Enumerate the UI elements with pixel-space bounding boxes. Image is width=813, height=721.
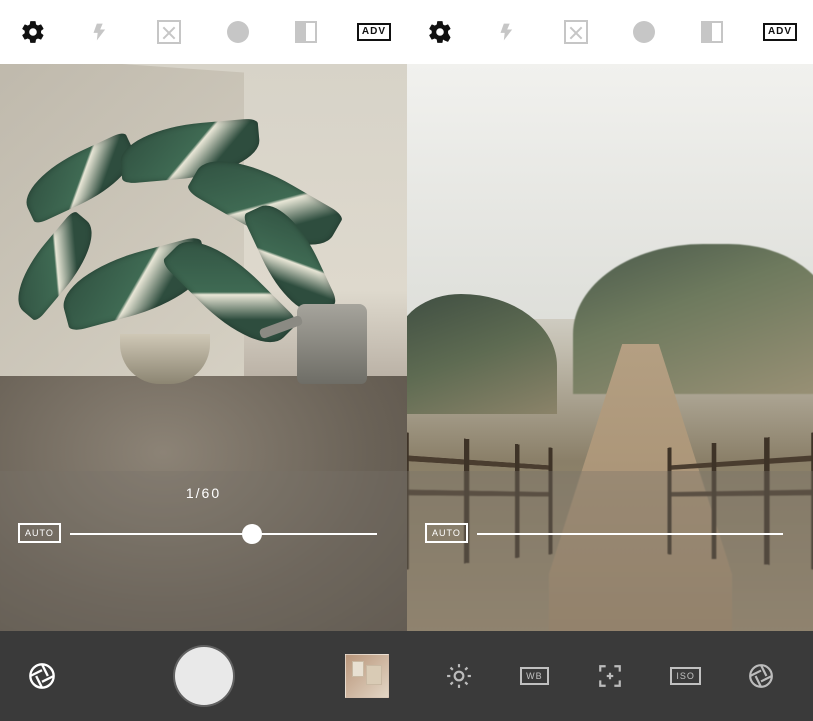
focus-icon	[597, 663, 623, 689]
dot-icon	[633, 21, 655, 43]
focus-button[interactable]	[590, 656, 630, 696]
exposure-slider[interactable]	[477, 533, 783, 535]
aperture-icon	[28, 662, 56, 690]
adv-badge: ADV	[357, 23, 391, 41]
top-toolbar: ADV	[407, 0, 813, 64]
camera-screen-left: ADV 1/60 AUTO	[0, 0, 407, 721]
square-x-icon	[157, 20, 181, 44]
top-toolbar: ADV	[0, 0, 407, 64]
contrast-button[interactable]	[291, 17, 321, 47]
auto-badge[interactable]: AUTO	[18, 523, 61, 543]
slider-thumb[interactable]	[242, 524, 262, 544]
viewfinder[interactable]: 1/60 AUTO	[0, 64, 407, 631]
grid-off-button[interactable]	[154, 17, 184, 47]
aperture-button[interactable]	[22, 656, 62, 696]
aperture-icon	[748, 663, 774, 689]
flash-button[interactable]	[493, 17, 523, 47]
viewfinder[interactable]: AUTO	[407, 64, 813, 631]
square-x-icon	[564, 20, 588, 44]
watering-can	[297, 304, 367, 384]
gear-icon	[427, 19, 453, 45]
flash-icon	[498, 19, 518, 45]
settings-button[interactable]	[425, 17, 455, 47]
wb-badge: WB	[520, 667, 549, 685]
auto-badge[interactable]: AUTO	[425, 523, 468, 543]
adv-badge: ADV	[763, 23, 797, 41]
flash-icon	[91, 19, 111, 45]
white-balance-button[interactable]: WB	[514, 656, 554, 696]
advanced-button[interactable]: ADV	[765, 17, 795, 47]
shutter-speed-value: 1/60	[186, 485, 221, 501]
mode-dot-button[interactable]	[223, 17, 253, 47]
camera-screen-right: ADV AUTO WB	[407, 0, 813, 721]
brightness-button[interactable]	[439, 656, 479, 696]
mode-dot-button[interactable]	[629, 17, 659, 47]
half-split-icon	[295, 21, 317, 43]
exposure-overlay: AUTO	[407, 471, 813, 631]
gallery-thumbnail[interactable]	[345, 654, 389, 698]
brightness-icon	[446, 663, 472, 689]
shutter-button[interactable]	[175, 647, 233, 705]
settings-button[interactable]	[18, 17, 48, 47]
iso-badge: ISO	[670, 667, 701, 685]
bottom-toolbar: WB ISO	[407, 631, 813, 721]
dot-icon	[227, 21, 249, 43]
flash-button[interactable]	[86, 17, 116, 47]
contrast-button[interactable]	[697, 17, 727, 47]
exposure-overlay: 1/60 AUTO	[0, 471, 407, 631]
half-split-icon	[701, 21, 723, 43]
advanced-button[interactable]: ADV	[359, 17, 389, 47]
exposure-slider[interactable]	[70, 533, 377, 535]
iso-button[interactable]: ISO	[666, 656, 706, 696]
bottom-toolbar	[0, 631, 407, 721]
gear-icon	[20, 19, 46, 45]
grid-off-button[interactable]	[561, 17, 591, 47]
aperture-button[interactable]	[741, 656, 781, 696]
